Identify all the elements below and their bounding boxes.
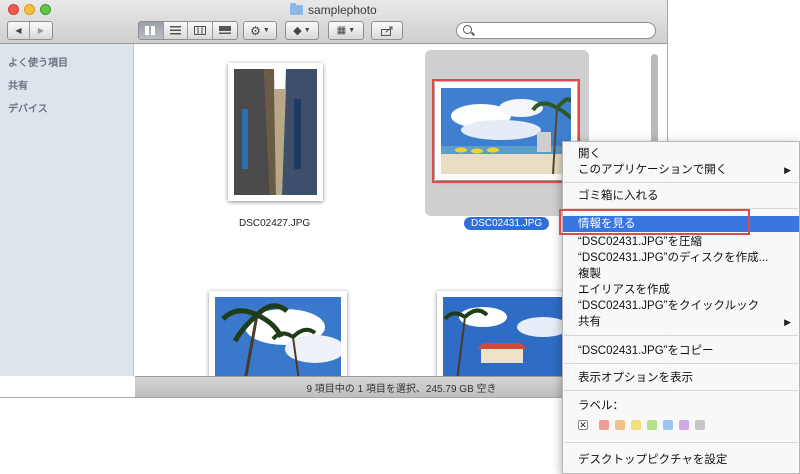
close-button[interactable]: [8, 4, 19, 15]
column-view-icon: [193, 26, 206, 35]
chevron-down-icon: ▼: [348, 27, 356, 34]
back-icon: ◀: [15, 26, 22, 35]
menu-item-set-desktop-picture[interactable]: デスクトップピクチャを設定: [563, 452, 799, 468]
menu-separator: [564, 335, 798, 336]
menu-item-open-with[interactable]: このアプリケーションで開く ▶: [563, 162, 799, 178]
label-red-swatch[interactable]: [599, 420, 609, 430]
icon-view-button[interactable]: [139, 22, 164, 39]
minimize-button[interactable]: [24, 4, 35, 15]
menu-item-duplicate[interactable]: 複製: [563, 266, 799, 282]
sidebar-section-shared[interactable]: 共有: [8, 77, 28, 92]
label-yellow-swatch[interactable]: [631, 420, 641, 430]
photo-palms-thumbnail: [215, 297, 341, 376]
menu-item-move-to-trash[interactable]: ゴミ箱に入れる: [563, 188, 799, 204]
chevron-down-icon: ▼: [262, 27, 270, 34]
menu-separator: [564, 390, 798, 391]
menu-item-compress[interactable]: “DSC02431.JPG”を圧縮: [563, 234, 799, 250]
window-title: samplephoto: [290, 3, 377, 17]
context-menu: 開く このアプリケーションで開く ▶ ゴミ箱に入れる 情報を見る “DSC024…: [562, 141, 800, 474]
share-icon: [380, 26, 392, 36]
sidebar: よく使う項目 共有 デバイス: [0, 44, 134, 376]
status-text: 9 項目中の 1 項目を選択、245.79 GB 空き: [306, 384, 497, 395]
menu-item-open[interactable]: 開く: [563, 146, 799, 162]
label-none-swatch[interactable]: ✕: [578, 420, 588, 430]
view-mode-control: [138, 21, 238, 40]
menu-item-copy[interactable]: “DSC02431.JPG”をコピー: [563, 343, 799, 359]
label-orange-swatch[interactable]: [615, 420, 625, 430]
highlight-box: [559, 209, 750, 235]
back-button[interactable]: ◀: [8, 22, 31, 39]
action-menu-button[interactable]: ⚙ ▼: [243, 21, 277, 40]
share-button[interactable]: [371, 21, 403, 40]
icon-view-icon: [145, 26, 156, 35]
list-view-icon: [169, 26, 181, 35]
photo-beach-bar-thumbnail: [443, 297, 569, 376]
submenu-arrow-icon: ▶: [784, 317, 791, 327]
file-item-thumbnail[interactable]: [209, 291, 347, 376]
forward-icon: ▶: [37, 26, 45, 35]
file-item-thumbnail[interactable]: [228, 63, 323, 201]
label-green-swatch[interactable]: [647, 420, 657, 430]
arrange-menu-button[interactable]: ▦ ▼: [328, 21, 364, 40]
menu-item-show-view-options[interactable]: 表示オプションを表示: [563, 370, 799, 386]
menu-item-share-label: 共有: [578, 316, 601, 328]
label-purple-swatch[interactable]: [679, 420, 689, 430]
forward-button[interactable]: ▶: [30, 22, 52, 39]
toolbar: samplephoto ◀ ▶ ⚙ ▼ ◆ ▼ ▦ ▼: [0, 0, 667, 44]
label-blue-swatch[interactable]: [663, 420, 673, 430]
chevron-down-icon: ▼: [303, 27, 311, 34]
menu-label-heading: ラベル：: [578, 400, 624, 412]
gear-icon: ⚙: [250, 23, 261, 38]
menu-separator: [564, 182, 798, 183]
menu-item-share[interactable]: 共有 ▶: [563, 314, 799, 330]
search-icon: [463, 25, 472, 34]
submenu-arrow-icon: ▶: [784, 165, 791, 175]
column-view-button[interactable]: [188, 22, 213, 39]
coverflow-view-icon: [218, 26, 231, 34]
menu-item-burn-disc[interactable]: “DSC02431.JPG”のディスクを作成...: [563, 250, 799, 266]
file-name[interactable]: DSC02427.JPG: [239, 218, 310, 229]
dropbox-menu-button[interactable]: ◆ ▼: [285, 21, 319, 40]
nav-buttons: ◀ ▶: [7, 21, 53, 40]
file-item-thumbnail[interactable]: [437, 291, 575, 376]
folder-icon: [290, 3, 303, 15]
search-field[interactable]: [456, 22, 656, 39]
highlight-box: [432, 79, 580, 183]
menu-separator: [564, 442, 798, 443]
list-view-button[interactable]: [164, 22, 188, 39]
menu-item-quick-look[interactable]: “DSC02431.JPG”をクイックルック: [563, 298, 799, 314]
file-name-selected[interactable]: DSC02431.JPG: [464, 217, 550, 230]
arrange-icon: ▦: [336, 25, 347, 36]
photo-alley-thumbnail: [234, 69, 317, 195]
menu-separator: [564, 363, 798, 364]
menu-item-open-with-label: このアプリケーションで開く: [578, 164, 728, 176]
label-gray-swatch[interactable]: [695, 420, 705, 430]
menu-item-make-alias[interactable]: エイリアスを作成: [563, 282, 799, 298]
sidebar-section-favorites[interactable]: よく使う項目: [8, 54, 68, 69]
sidebar-section-devices[interactable]: デバイス: [8, 100, 48, 115]
zoom-button[interactable]: [40, 4, 51, 15]
search-input[interactable]: [475, 24, 651, 39]
coverflow-view-button[interactable]: [213, 22, 237, 39]
dropbox-icon: ◆: [293, 25, 302, 37]
window-title-text: samplephoto: [308, 3, 377, 17]
